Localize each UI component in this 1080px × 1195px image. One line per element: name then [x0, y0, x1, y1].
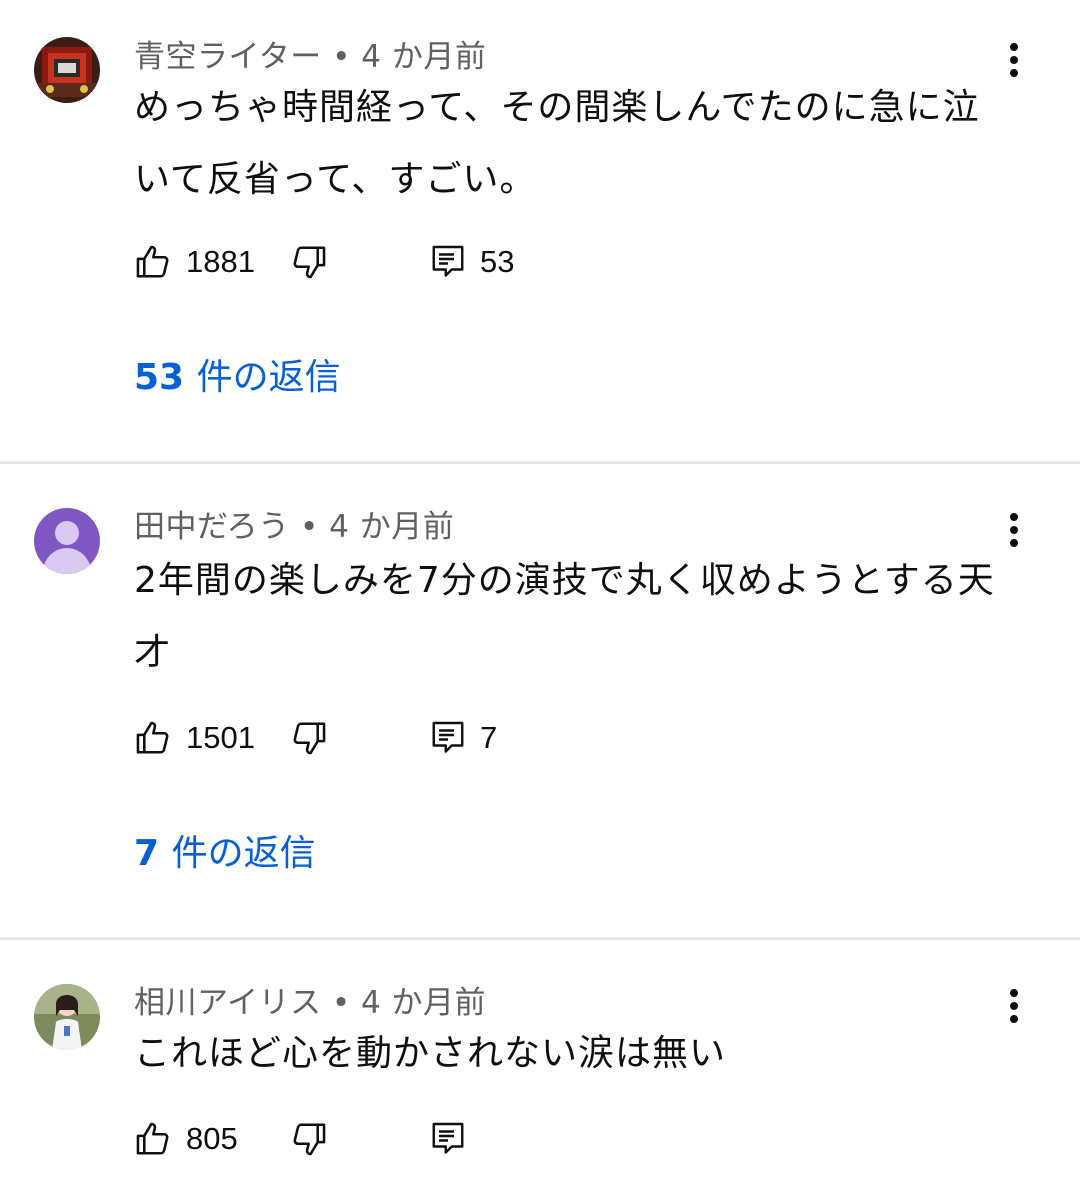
default-person-avatar-icon: [34, 508, 100, 574]
meta-separator: •: [331, 985, 361, 1021]
thumbs-up-icon: [136, 1122, 169, 1155]
meta-separator: •: [332, 39, 362, 75]
comment-text: これほど心を動かされない涙は無い: [134, 1018, 1034, 1090]
comment-text-line: いて反省って、すごい。: [134, 159, 537, 200]
thumbs-up-icon: [136, 721, 169, 754]
author-name[interactable]: 田中だろう: [134, 509, 290, 545]
replies-label: 件の返信: [196, 357, 341, 398]
replies-label: 件の返信: [171, 833, 316, 874]
like-count: 805: [186, 1121, 238, 1156]
comment-text-line: 才: [134, 632, 172, 673]
comment-divider: [0, 461, 1080, 464]
thumbs-down-icon: [293, 722, 326, 755]
author-name[interactable]: 青空ライター: [134, 39, 322, 75]
avatar[interactable]: [34, 37, 100, 103]
comment-actions: 1881 53: [134, 240, 634, 284]
reply-button[interactable]: [430, 1117, 466, 1161]
like-count: 1881: [186, 244, 255, 279]
comment-time: 4 か月前: [329, 509, 455, 545]
dislike-button[interactable]: [290, 1117, 328, 1161]
avatar[interactable]: [34, 508, 100, 574]
comment-text-line: これほど心を動かされない涙は無い: [134, 1033, 727, 1074]
avatar[interactable]: [34, 984, 100, 1050]
replies-number: 7: [134, 833, 160, 874]
comment-time: 4 か月前: [360, 985, 487, 1021]
thumbs-down-icon: [293, 246, 326, 279]
reply-count: 7: [480, 720, 498, 755]
girl-photo-avatar-icon: [34, 984, 100, 1050]
comment-time: 4 か月前: [361, 39, 487, 75]
comment-actions: 805: [134, 1117, 634, 1161]
view-replies-link[interactable]: 7 件の返信: [134, 832, 316, 876]
comment-actions: 1501 7: [134, 716, 634, 760]
thumbs-down-icon: [293, 1123, 326, 1156]
replies-number: 53: [134, 357, 185, 398]
comment-meta: 相川アイリス • 4 か月前: [134, 983, 486, 1023]
comment-icon: [432, 1122, 464, 1154]
more-vert-icon: [1010, 513, 1018, 547]
like-button[interactable]: 1501: [134, 716, 255, 760]
comment-text-line: 2年間の楽しみを7分の演技で丸く収めようとする天: [134, 560, 995, 601]
dislike-button[interactable]: [290, 240, 328, 284]
meta-separator: •: [300, 509, 330, 545]
comment-icon: [432, 245, 464, 277]
comment-text-line: めっちゃ時間経って、その間楽しんでたのに急に泣: [134, 87, 980, 128]
comment-meta: 青空ライター • 4 か月前: [134, 37, 486, 77]
like-button[interactable]: 805: [134, 1117, 238, 1161]
comment-meta: 田中だろう • 4 か月前: [134, 507, 454, 547]
reply-button[interactable]: 7: [430, 716, 497, 760]
thumbs-up-icon: [136, 245, 169, 278]
comment-divider: [0, 937, 1080, 940]
comment-text: めっちゃ時間経って、その間楽しんでたのに急に泣 いて反省って、すごい。: [134, 72, 1034, 216]
comment-icon: [432, 721, 464, 753]
reply-button[interactable]: 53: [430, 240, 514, 284]
like-count: 1501: [186, 720, 255, 755]
dislike-button[interactable]: [290, 716, 328, 760]
like-button[interactable]: 1881: [134, 240, 255, 284]
author-name[interactable]: 相川アイリス: [134, 985, 321, 1021]
view-replies-link[interactable]: 53 件の返信: [134, 356, 341, 400]
reply-count: 53: [480, 244, 515, 279]
red-machine-avatar-icon: [34, 37, 100, 103]
comment-text: 2年間の楽しみを7分の演技で丸く収めようとする天 才: [134, 545, 1034, 689]
